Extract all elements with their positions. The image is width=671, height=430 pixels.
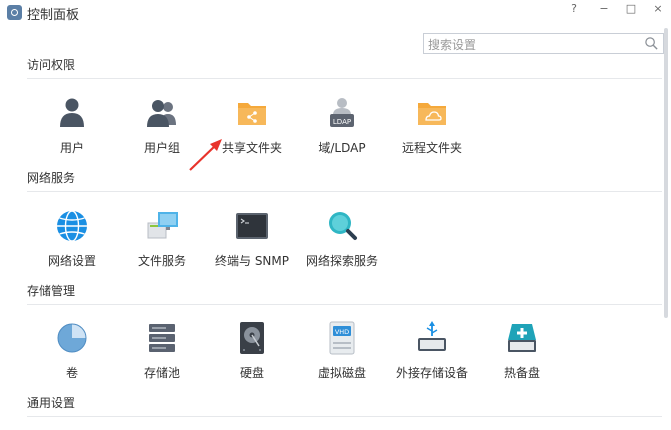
item-label: 网络设置 [47, 254, 96, 268]
section-title-storage: 存储管理 [27, 284, 76, 298]
hard-disk-icon [234, 320, 270, 356]
usb-storage-icon [414, 320, 450, 356]
globe-icon [54, 208, 90, 244]
divider [27, 304, 662, 305]
item-user[interactable]: 用户 [27, 95, 117, 156]
item-label: 网络探索服务 [305, 254, 378, 268]
item-label: 远程文件夹 [401, 141, 462, 155]
search-box[interactable] [423, 33, 664, 55]
control-panel-window: 控制面板 ? − □ × 访问权限 用户 [0, 0, 671, 430]
search-icon[interactable] [644, 36, 659, 51]
item-label: 硬盘 [239, 366, 264, 380]
item-terminal-snmp[interactable]: 终端与 SNMP [207, 208, 297, 269]
ldap-badge-text: LDAP [333, 118, 351, 126]
divider [27, 78, 662, 79]
virtual-disk-icon: VHD [324, 320, 360, 356]
item-label: 用户 [59, 141, 84, 155]
item-label: 虚拟磁盘 [317, 366, 366, 380]
close-button[interactable]: × [651, 2, 665, 15]
vhd-badge-text: VHD [335, 328, 349, 336]
item-virtual-disk[interactable]: VHD 虚拟磁盘 [297, 320, 387, 381]
section-title-general: 通用设置 [27, 396, 76, 410]
discovery-icon [324, 208, 360, 244]
scrollbar[interactable] [664, 28, 668, 318]
storage-pool-icon [144, 320, 180, 356]
window-title: 控制面板 [27, 8, 80, 23]
terminal-icon [234, 208, 270, 244]
hot-spare-icon [504, 320, 540, 356]
title-bar: 控制面板 ? − □ × [0, 0, 671, 24]
help-button[interactable]: ? [567, 2, 581, 15]
shared-folder-icon [234, 95, 270, 131]
control-panel-icon [7, 5, 22, 20]
section-title-access: 访问权限 [27, 58, 76, 72]
item-network-discovery[interactable]: 网络探索服务 [297, 208, 387, 269]
ldap-icon: LDAP [324, 95, 360, 131]
remote-folder-icon [414, 95, 450, 131]
search-input[interactable] [428, 35, 633, 55]
item-storage-pool[interactable]: 存储池 [117, 320, 207, 381]
item-volume[interactable]: 卷 [27, 320, 117, 381]
section-title-network: 网络服务 [27, 171, 76, 185]
item-label: 热备盘 [503, 366, 540, 380]
item-external-storage[interactable]: 外接存储设备 [387, 320, 477, 381]
item-label: 存储池 [143, 366, 180, 380]
item-network-settings[interactable]: 网络设置 [27, 208, 117, 269]
item-label: 终端与 SNMP [215, 254, 289, 268]
divider [27, 191, 662, 192]
item-remote-folder[interactable]: 远程文件夹 [387, 95, 477, 156]
user-group-icon [144, 95, 180, 131]
item-ldap[interactable]: LDAP 域/LDAP [297, 95, 387, 156]
item-label: 外接存储设备 [395, 366, 468, 380]
volume-icon [54, 320, 90, 356]
minimize-button[interactable]: − [597, 2, 611, 15]
maximize-button[interactable]: □ [624, 2, 638, 15]
item-file-service[interactable]: 文件服务 [117, 208, 207, 269]
divider [27, 416, 662, 417]
annotation-arrow-icon [189, 139, 222, 171]
user-icon [54, 95, 90, 131]
item-hard-disk[interactable]: 硬盘 [207, 320, 297, 381]
file-service-icon [144, 208, 180, 244]
item-label: 文件服务 [137, 254, 186, 268]
item-hot-spare[interactable]: 热备盘 [477, 320, 567, 381]
item-label: 域/LDAP [318, 141, 366, 155]
item-label: 卷 [65, 366, 78, 380]
